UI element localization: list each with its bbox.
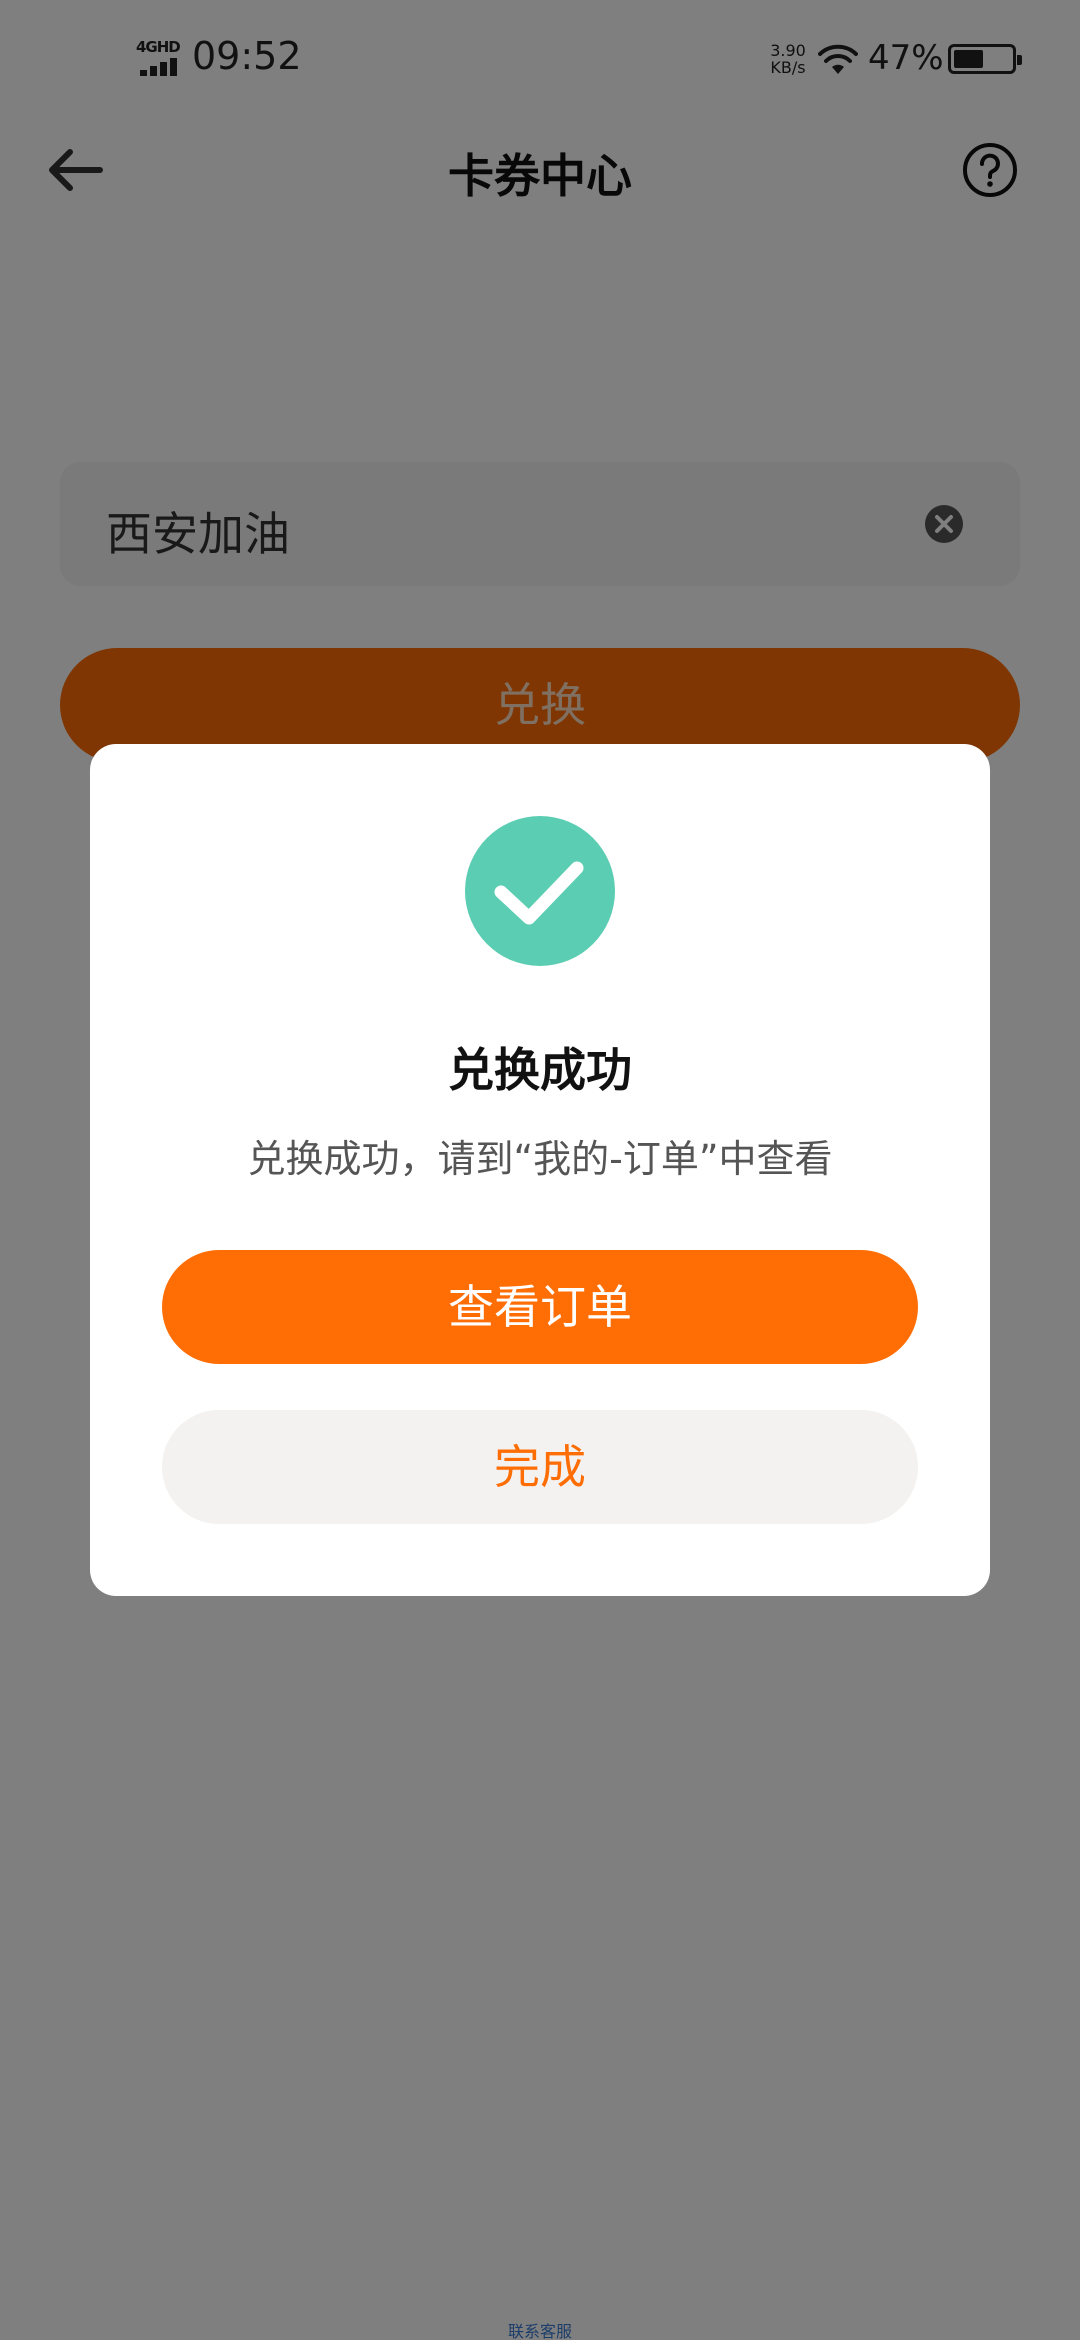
view-order-button[interactable]: 查看订单: [162, 1250, 918, 1364]
dialog-title: 兑换成功: [448, 1043, 632, 1097]
success-dialog: 兑换成功 兑换成功，请到“我的-订单”中查看 查看订单 完成: [90, 744, 990, 1596]
dialog-message: 兑换成功，请到“我的-订单”中查看: [247, 1137, 833, 1181]
done-button[interactable]: 完成: [162, 1410, 918, 1524]
check-circle-icon: [465, 816, 615, 966]
